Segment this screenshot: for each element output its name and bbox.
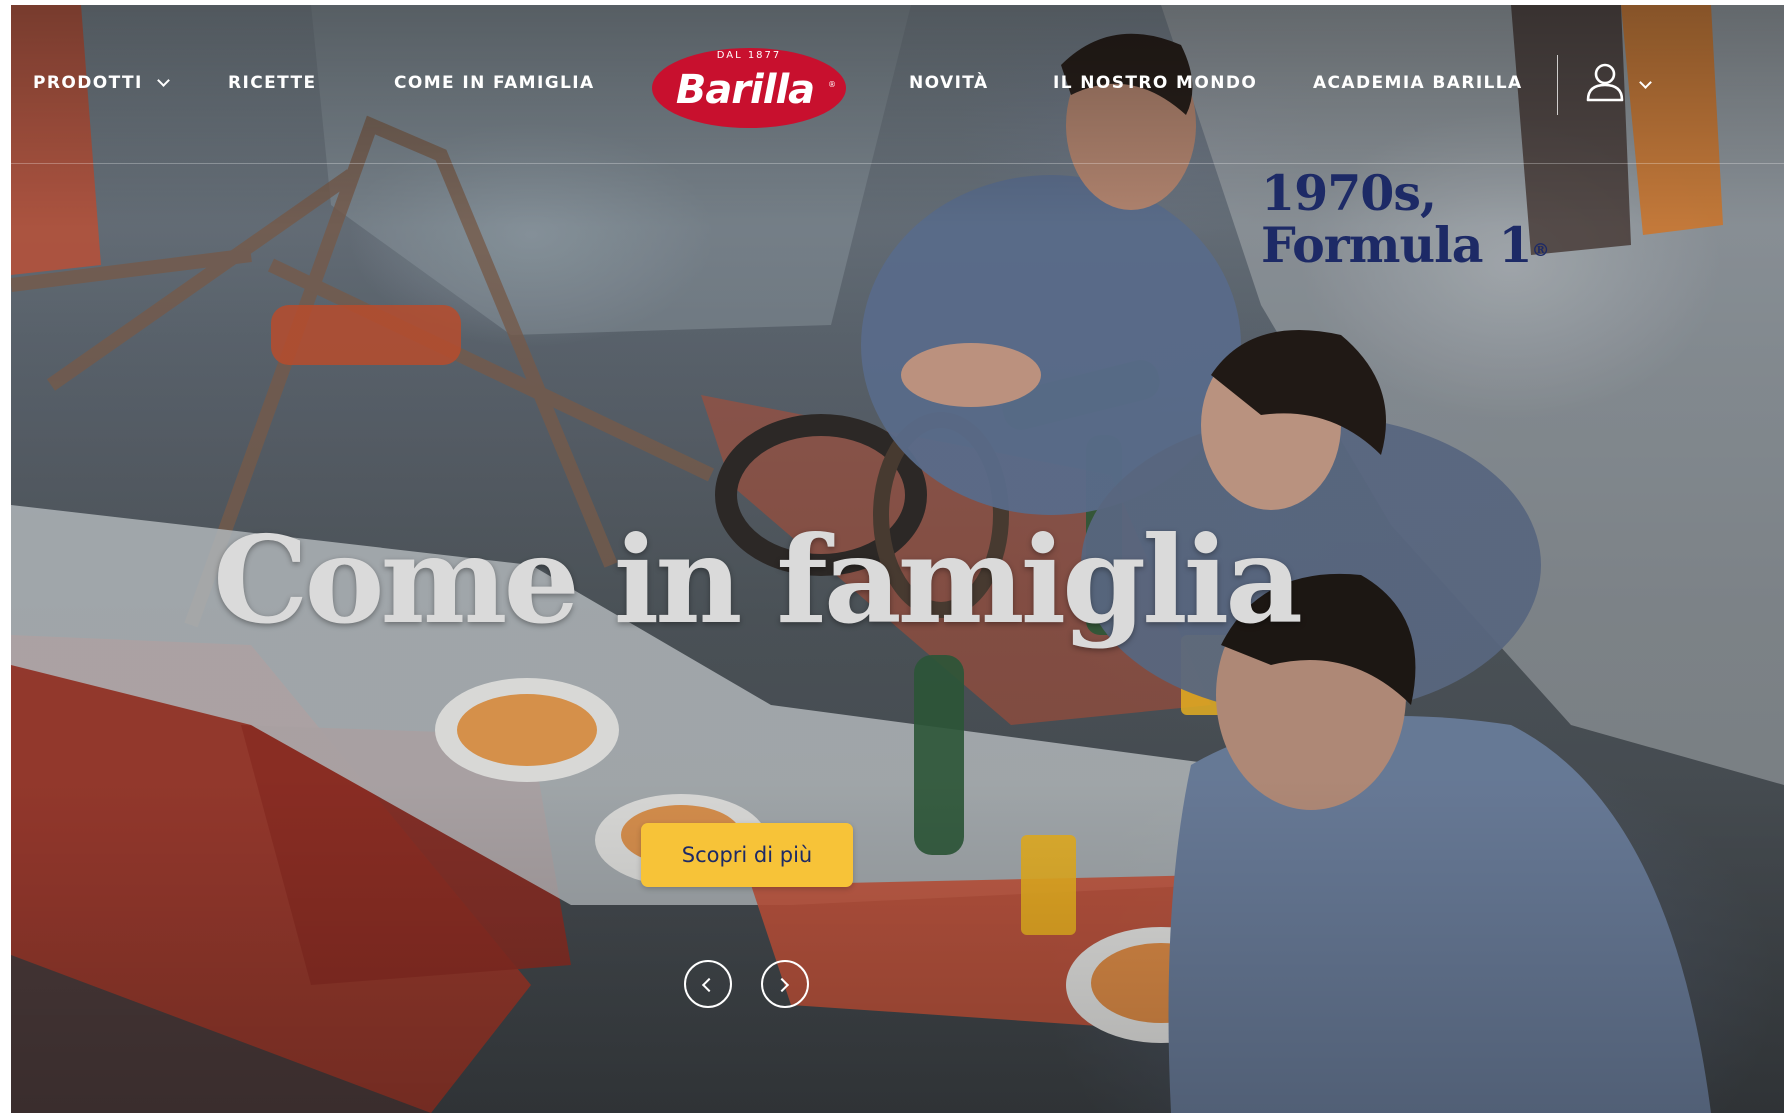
chevron-right-icon bbox=[774, 977, 790, 993]
hero-section: PRODOTTI RICETTE COME IN FAMIGLIA DAL 18… bbox=[11, 5, 1784, 1113]
nav-item-novita[interactable]: NOVITÀ bbox=[909, 73, 989, 93]
chevron-down-icon bbox=[156, 73, 170, 87]
logo-tagline: DAL 1877 bbox=[717, 50, 782, 61]
nav-divider bbox=[1557, 55, 1558, 115]
nav-item-label: PRODOTTI bbox=[33, 73, 143, 93]
user-icon bbox=[1586, 63, 1624, 102]
nav-item-label: IL NOSTRO MONDO bbox=[1053, 73, 1258, 93]
main-navigation: PRODOTTI RICETTE COME IN FAMIGLIA DAL 18… bbox=[11, 5, 1784, 164]
hero-badge: 1970s, Formula 1® bbox=[1261, 164, 1550, 274]
nav-item-label: RICETTE bbox=[228, 73, 317, 93]
carousel-prev-button[interactable] bbox=[684, 960, 732, 1008]
barilla-logo-mark: DAL 1877 Barilla ® bbox=[652, 48, 846, 128]
nav-item-label: NOVITÀ bbox=[909, 73, 989, 93]
nav-item-ricette[interactable]: RICETTE bbox=[228, 73, 317, 93]
hero-badge-mark: ® bbox=[1531, 240, 1550, 261]
barilla-logo[interactable]: DAL 1877 Barilla ® bbox=[651, 43, 847, 129]
logo-wordmark: Barilla bbox=[676, 67, 814, 113]
nav-item-label: ACADEMIA BARILLA bbox=[1313, 73, 1523, 93]
account-menu-button[interactable] bbox=[1574, 60, 1666, 110]
hero-headline: Come in famiglia bbox=[212, 510, 1303, 651]
chevron-left-icon bbox=[701, 977, 717, 993]
logo-registered-mark: ® bbox=[828, 80, 836, 89]
hero-badge-line2: Formula 1 bbox=[1261, 216, 1533, 274]
nav-item-academia-barilla[interactable]: ACADEMIA BARILLA bbox=[1313, 73, 1523, 93]
hero-badge-line1: 1970s, bbox=[1261, 164, 1437, 222]
carousel-next-button[interactable] bbox=[761, 960, 809, 1008]
nav-item-label: COME IN FAMIGLIA bbox=[394, 73, 595, 93]
scopri-di-piu-button[interactable]: Scopri di più bbox=[641, 823, 853, 887]
nav-item-prodotti[interactable]: PRODOTTI bbox=[33, 73, 170, 93]
nav-item-come-in-famiglia[interactable]: COME IN FAMIGLIA bbox=[394, 73, 595, 93]
nav-item-il-nostro-mondo[interactable]: IL NOSTRO MONDO bbox=[1053, 73, 1257, 93]
